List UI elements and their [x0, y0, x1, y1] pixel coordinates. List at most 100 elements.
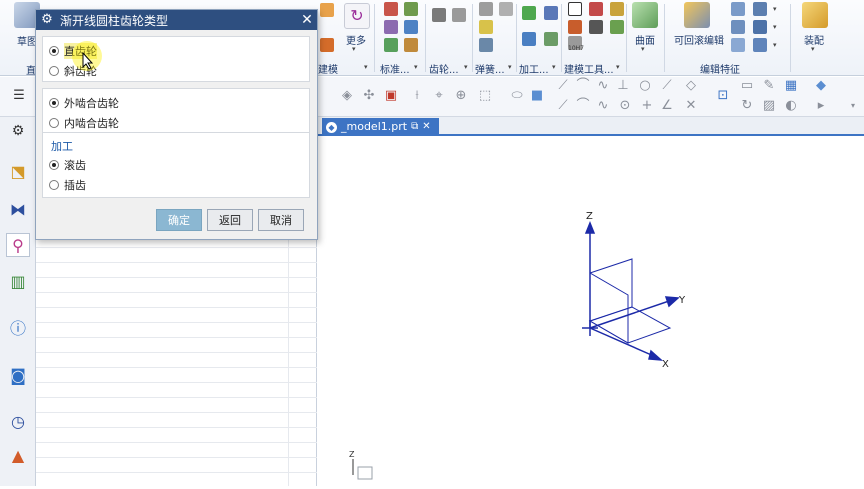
point-icon[interactable]: ⊙	[618, 99, 632, 113]
unsuppress-icon[interactable]	[753, 38, 767, 52]
body-select-icon[interactable]: ■	[530, 89, 544, 103]
render-icon[interactable]: ◆	[814, 79, 828, 93]
helical-gear-icon[interactable]	[452, 8, 466, 22]
edit-dropdown-icon[interactable]: ▾	[773, 41, 777, 49]
rotate-icon[interactable]: ↻	[740, 99, 754, 113]
circle-icon[interactable]: ○	[638, 79, 652, 93]
pin-icon[interactable]	[384, 38, 398, 52]
radio-shaping[interactable]: 插齿	[49, 177, 86, 193]
suppress-icon[interactable]	[731, 20, 745, 34]
radio-button[interactable]	[49, 180, 59, 190]
radio-button[interactable]	[49, 160, 59, 170]
nut-icon[interactable]	[384, 20, 398, 34]
machining-group-dropdown[interactable]: ▾	[552, 63, 556, 71]
tab-edit-icon[interactable]: ⧉	[411, 118, 418, 136]
info-icon[interactable]: ⓘ	[6, 315, 30, 339]
surface-dropdown-icon[interactable]: ▾	[641, 45, 645, 53]
machining-icon[interactable]	[522, 32, 536, 46]
thread-icon[interactable]	[544, 32, 558, 46]
curve-edit-icon[interactable]	[610, 20, 624, 34]
bolt-icon[interactable]	[404, 2, 418, 16]
replace-icon[interactable]	[753, 20, 767, 34]
end-snap-icon[interactable]: ⌖	[432, 89, 446, 103]
more-dropdown-icon[interactable]: ▾	[352, 45, 356, 53]
tab-close-icon[interactable]: ✕	[422, 118, 430, 136]
diagonal-icon[interactable]: ⟋	[660, 79, 674, 93]
face-select-icon[interactable]: ⬭	[510, 89, 524, 103]
gear-group-dropdown[interactable]: ▾	[464, 63, 468, 71]
rivet-icon[interactable]	[404, 38, 418, 52]
sketch-button-label[interactable]: 草图	[17, 33, 37, 48]
layout-icon[interactable]: ▦	[784, 79, 798, 93]
dialog-close-icon[interactable]: ✕	[297, 12, 317, 28]
tab-model1[interactable]: ◆ _model1.prt ⧉ ✕	[322, 118, 439, 136]
ok-button[interactable]: 确定	[156, 209, 202, 231]
z-axis-arrow[interactable]	[584, 220, 596, 234]
intersect-icon[interactable]: ✕	[684, 99, 698, 113]
display-icon[interactable]: ▭	[740, 79, 754, 93]
radio-internal-gear[interactable]: 内啮合齿轮	[49, 115, 119, 131]
rollback-edit-label[interactable]: 可回滚编辑	[674, 32, 724, 47]
move-feature-icon[interactable]	[731, 38, 745, 52]
box-select-icon[interactable]: ⬚	[478, 89, 492, 103]
arc-icon[interactable]: ⌒	[576, 79, 590, 93]
radio-hobbing[interactable]: 滚齿	[49, 157, 86, 173]
light-icon[interactable]: ▸	[814, 99, 828, 113]
toolbar-more-icon[interactable]: ▾	[846, 99, 860, 113]
y-axis-arrow[interactable]	[664, 296, 680, 308]
edit-dropdown-icon[interactable]: ▾	[773, 5, 777, 13]
surface-button-label[interactable]: 曲面	[635, 32, 655, 47]
part-navigator-icon[interactable]: ⚲	[6, 233, 30, 257]
spring-icon[interactable]	[479, 2, 493, 16]
line2-icon[interactable]: ⟋	[556, 99, 570, 113]
curve-icon[interactable]: ∿	[596, 99, 610, 113]
tangent-icon[interactable]: ⊥	[616, 79, 630, 93]
cancel-button[interactable]: 取消	[258, 209, 304, 231]
mid-snap-icon[interactable]: ⟊	[410, 89, 424, 103]
settings-gear-icon[interactable]: ⚙	[6, 119, 30, 143]
rollback-edit-icon[interactable]	[684, 2, 710, 28]
radio-button[interactable]	[49, 46, 59, 56]
history-icon[interactable]: ◷	[6, 409, 30, 433]
edit-dropdown-icon[interactable]: ▾	[773, 23, 777, 31]
graphics-window[interactable]: Z Y X Z	[318, 137, 864, 486]
menu-icon[interactable]: ☰	[12, 89, 26, 103]
more-button-label[interactable]: 更多	[346, 32, 366, 47]
web-browser-icon[interactable]: ◙	[6, 363, 30, 387]
back-button[interactable]: 返回	[207, 209, 253, 231]
x-axis-arrow[interactable]	[648, 349, 664, 361]
spur-gear-icon[interactable]	[432, 8, 446, 22]
constraint-navigator-icon[interactable]: ⧓	[6, 197, 30, 221]
tolerance-icon[interactable]	[544, 6, 558, 20]
radio-button[interactable]	[49, 66, 59, 76]
standard-group-dropdown[interactable]: ▾	[414, 63, 418, 71]
extrude-icon[interactable]	[320, 3, 334, 17]
spring-edit-icon[interactable]	[499, 2, 513, 16]
check-icon[interactable]	[522, 6, 536, 20]
spring-group-dropdown[interactable]: ▾	[508, 63, 512, 71]
spline-icon[interactable]: ∿	[596, 79, 610, 93]
reorder-icon[interactable]	[753, 2, 767, 16]
measure-icon[interactable]: ◇	[684, 79, 698, 93]
box-icon[interactable]	[320, 38, 334, 52]
triangle-icon[interactable]	[568, 2, 582, 16]
surface-icon[interactable]	[632, 2, 658, 28]
brush-icon[interactable]: ✎	[762, 79, 776, 93]
radio-external-gear[interactable]: 外啮合齿轮	[49, 95, 119, 111]
disc-spring-icon[interactable]	[479, 38, 493, 52]
select-filter-icon[interactable]: ◈	[340, 89, 354, 103]
shade-icon[interactable]: ◐	[784, 99, 798, 113]
sheet-icon[interactable]	[589, 2, 603, 16]
assembly-dropdown-icon[interactable]: ▾	[811, 45, 815, 53]
radio-button[interactable]	[49, 118, 59, 128]
reuse-library-icon[interactable]: ▥	[6, 269, 30, 293]
modeling-group-dropdown[interactable]: ▾	[364, 63, 368, 71]
die-spring-icon[interactable]	[479, 20, 493, 34]
pencil-icon[interactable]	[610, 2, 624, 16]
standard-part-icon[interactable]	[384, 2, 398, 16]
radio-button[interactable]	[49, 98, 59, 108]
modeling-tools-dropdown[interactable]: ▾	[616, 63, 620, 71]
angle-icon[interactable]: ∠	[660, 99, 674, 113]
view-orient-icon[interactable]: ⊡	[716, 89, 730, 103]
dialog-title-bar[interactable]: ⚙ 渐开线圆柱齿轮类型 ✕	[36, 10, 317, 30]
